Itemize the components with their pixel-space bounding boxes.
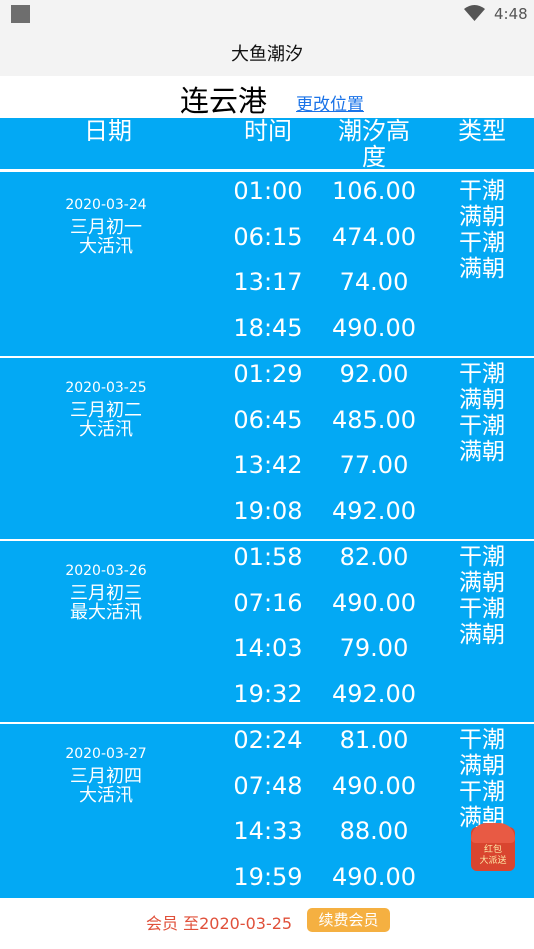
tide-time: 13:42	[233, 451, 303, 479]
tide-height: 490.00	[332, 863, 416, 891]
app-title: 大鱼潮汐	[231, 44, 303, 65]
tide-time: 07:48	[233, 772, 303, 800]
tide-height: 474.00	[332, 223, 416, 251]
tide-types: 干潮 满朝 干潮 满朝	[448, 361, 516, 465]
tide-height: 492.00	[332, 680, 416, 708]
table-row: 19:32 492.00	[0, 678, 534, 724]
wifi-icon	[464, 5, 485, 21]
red-packet-line2: 大派送	[479, 856, 507, 866]
status-bar: 4:48	[0, 0, 534, 30]
header-type: 类型	[458, 118, 506, 145]
tide-height: 485.00	[332, 406, 416, 434]
table-row: 18:45 490.00	[0, 312, 534, 358]
tide-type: 满朝	[459, 387, 505, 413]
app-title-bar: 大鱼潮汐	[0, 30, 534, 76]
tide-time: 02:24	[233, 726, 303, 754]
red-packet-flap	[471, 823, 515, 843]
tide-table: 日期 时间 潮汐高度 类型 2020-03-24 三月初一 大活汛 01:00 …	[0, 118, 534, 898]
tide-height: 82.00	[339, 543, 409, 571]
table-header: 日期 时间 潮汐高度 类型	[0, 118, 534, 172]
tide-time: 18:45	[233, 314, 303, 342]
red-packet-line1: 红包	[483, 845, 502, 855]
tide-height: 490.00	[332, 589, 416, 617]
tide-height: 77.00	[339, 451, 409, 479]
tide-time: 19:32	[233, 680, 303, 708]
red-packet-label: 红包 大派送	[471, 845, 515, 867]
tide-time: 01:00	[233, 177, 303, 205]
tide-height: 88.00	[339, 817, 409, 845]
header-height: 潮汐高度	[338, 118, 410, 171]
location-bar: 连云港 更改位置	[0, 76, 534, 118]
tide-type: 干潮	[459, 779, 505, 805]
tide-types: 干潮 满朝 干潮 满朝	[448, 178, 516, 282]
tide-type: 干潮	[459, 544, 505, 570]
membership-status: 会员 至2020-03-25	[146, 914, 293, 933]
city-name: 连云港	[180, 84, 268, 118]
tide-time: 06:45	[233, 406, 303, 434]
tide-time: 06:15	[233, 223, 303, 251]
tide-height: 74.00	[339, 268, 409, 296]
day-group: 2020-03-26 三月初三 最大活汛 01:58 82.00 07:16 4…	[0, 541, 534, 724]
tide-type: 干潮	[459, 596, 505, 622]
tide-height: 106.00	[332, 177, 416, 205]
tide-type: 满朝	[459, 622, 505, 648]
tide-time: 19:08	[233, 497, 303, 525]
status-time: 4:48	[494, 5, 528, 23]
renew-membership-button[interactable]: 续费会员	[307, 908, 390, 932]
tide-height: 490.00	[332, 314, 416, 342]
tide-type: 满朝	[459, 570, 505, 596]
day-group: 2020-03-27 三月初四 大活汛 02:24 81.00 07:48 49…	[0, 724, 534, 898]
tide-type: 干潮	[459, 413, 505, 439]
tide-height: 79.00	[339, 634, 409, 662]
header-date: 日期	[84, 118, 132, 145]
red-packet-button[interactable]: 红包 大派送	[471, 823, 515, 871]
table-row: 19:08 492.00	[0, 495, 534, 541]
tide-type: 满朝	[459, 753, 505, 779]
tide-type: 满朝	[459, 204, 505, 230]
tide-type: 干潮	[459, 361, 505, 387]
tide-type: 满朝	[459, 439, 505, 465]
app-square-icon	[11, 5, 30, 23]
tide-time: 14:33	[233, 817, 303, 845]
tide-time: 01:58	[233, 543, 303, 571]
tide-time: 01:29	[233, 360, 303, 388]
tide-type: 满朝	[459, 256, 505, 282]
change-location-link[interactable]: 更改位置	[296, 90, 364, 115]
tide-time: 13:17	[233, 268, 303, 296]
tide-type: 干潮	[459, 178, 505, 204]
day-group: 2020-03-24 三月初一 大活汛 01:00 106.00 06:15 4…	[0, 175, 534, 358]
day-group: 2020-03-25 三月初二 大活汛 01:29 92.00 06:45 48…	[0, 358, 534, 541]
header-time: 时间	[244, 118, 292, 145]
footer: 会员 至2020-03-25 续费会员	[0, 898, 534, 949]
tide-type: 干潮	[459, 727, 505, 753]
tide-time: 14:03	[233, 634, 303, 662]
tide-types: 干潮 满朝 干潮 满朝	[448, 727, 516, 831]
tide-height: 81.00	[339, 726, 409, 754]
tide-types: 干潮 满朝 干潮 满朝	[448, 544, 516, 648]
tide-type: 干潮	[459, 230, 505, 256]
tide-time: 07:16	[233, 589, 303, 617]
tide-height: 492.00	[332, 497, 416, 525]
tide-height: 92.00	[339, 360, 409, 388]
tide-height: 490.00	[332, 772, 416, 800]
tide-time: 19:59	[233, 863, 303, 891]
table-row: 19:59 490.00	[0, 861, 534, 898]
